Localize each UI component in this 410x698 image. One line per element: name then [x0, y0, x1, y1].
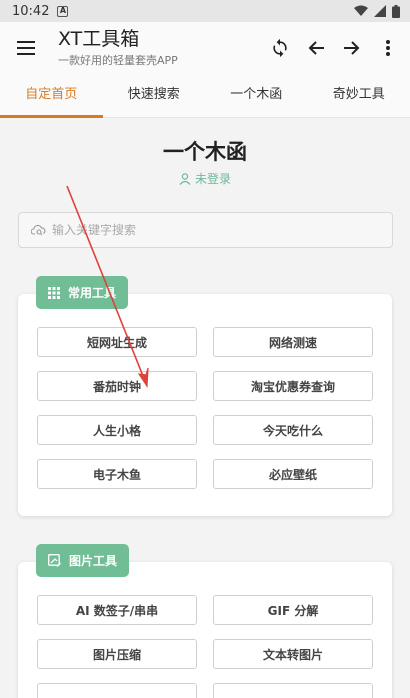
app-title: XT工具箱: [58, 28, 140, 50]
image-tools-card: 图片工具 AI 数签子/串串 GIF 分解 图片压缩 文本转图片: [18, 544, 392, 698]
search-box[interactable]: [18, 212, 393, 248]
tool-partial-button-right[interactable]: [213, 683, 373, 698]
forward-button[interactable]: [334, 30, 370, 66]
tool-life-grid[interactable]: 人生小格: [37, 415, 197, 445]
main-content: 一个木函 未登录 常用工具 短网址生成 网络测速 番茄时钟 淘宝优惠券查询 人生…: [0, 118, 410, 698]
tab-quick-search[interactable]: 快速搜索: [103, 74, 206, 117]
tab-bar: 自定首页 快速搜索 一个木函 奇妙工具: [0, 74, 410, 118]
tool-partial-button-left[interactable]: [37, 683, 197, 698]
app-subtitle: 一款好用的轻量套壳APP: [58, 54, 178, 67]
tab-custom-home[interactable]: 自定首页: [0, 74, 103, 118]
tab-mutoolbox[interactable]: 一个木函: [205, 74, 308, 117]
common-tools-badge: 常用工具: [36, 276, 129, 309]
menu-button[interactable]: [0, 22, 52, 74]
tool-image-compress[interactable]: 图片压缩: [37, 639, 197, 669]
common-tools-grid: 短网址生成 网络测速 番茄时钟 淘宝优惠券查询 人生小格 今天吃什么 电子木鱼 …: [37, 327, 373, 489]
status-time: 10:42: [12, 3, 50, 19]
wifi-icon: [354, 5, 368, 16]
back-button[interactable]: [298, 30, 334, 66]
app-title-block: XT工具箱 一款好用的轻量套壳APP: [58, 28, 262, 68]
login-label: 未登录: [194, 172, 231, 186]
cloud-search-icon: [31, 224, 46, 236]
user-icon: [179, 172, 191, 185]
tool-text-to-image[interactable]: 文本转图片: [213, 639, 373, 669]
hamburger-icon: [17, 41, 35, 55]
image-tools-grid: AI 数签子/串串 GIF 分解 图片压缩 文本转图片: [37, 595, 373, 698]
arrow-right-icon: [344, 41, 360, 55]
app-bar: XT工具箱 一款好用的轻量套壳APP: [0, 22, 410, 74]
login-status[interactable]: 未登录: [0, 170, 410, 187]
tool-bing-wallpaper[interactable]: 必应壁纸: [213, 459, 373, 489]
image-tools-title: 图片工具: [69, 554, 118, 568]
tool-pomodoro[interactable]: 番茄时钟: [37, 371, 197, 401]
tool-what-to-eat[interactable]: 今天吃什么: [213, 415, 373, 445]
refresh-button[interactable]: [262, 30, 298, 66]
page-title: 一个木函: [163, 140, 247, 164]
battery-icon: [392, 4, 400, 18]
signal-icon: [374, 5, 386, 17]
more-button[interactable]: [370, 30, 406, 66]
image-edit-icon: [48, 554, 61, 567]
tool-speed-test[interactable]: 网络测速: [213, 327, 373, 357]
tool-ai-skewer[interactable]: AI 数签子/串串: [37, 595, 197, 625]
common-tools-card: 常用工具 短网址生成 网络测速 番茄时钟 淘宝优惠券查询 人生小格 今天吃什么 …: [18, 276, 392, 516]
more-vert-icon: [386, 40, 390, 56]
image-tools-badge: 图片工具: [36, 544, 130, 577]
tool-wooden-fish[interactable]: 电子木鱼: [37, 459, 197, 489]
common-tools-title: 常用工具: [68, 286, 117, 300]
search-input[interactable]: [52, 223, 352, 237]
arrow-left-icon: [308, 41, 324, 55]
tool-gif-split[interactable]: GIF 分解: [213, 595, 373, 625]
tab-wonder-tools[interactable]: 奇妙工具: [308, 74, 410, 117]
appbar-actions: [262, 30, 406, 66]
tool-taobao-coupon[interactable]: 淘宝优惠券查询: [213, 371, 373, 401]
grid-icon: [48, 286, 60, 299]
status-bar: 10:42 A: [0, 0, 410, 22]
tool-short-url[interactable]: 短网址生成: [37, 327, 197, 357]
refresh-icon: [273, 38, 287, 58]
notification-icon: A: [57, 5, 69, 17]
